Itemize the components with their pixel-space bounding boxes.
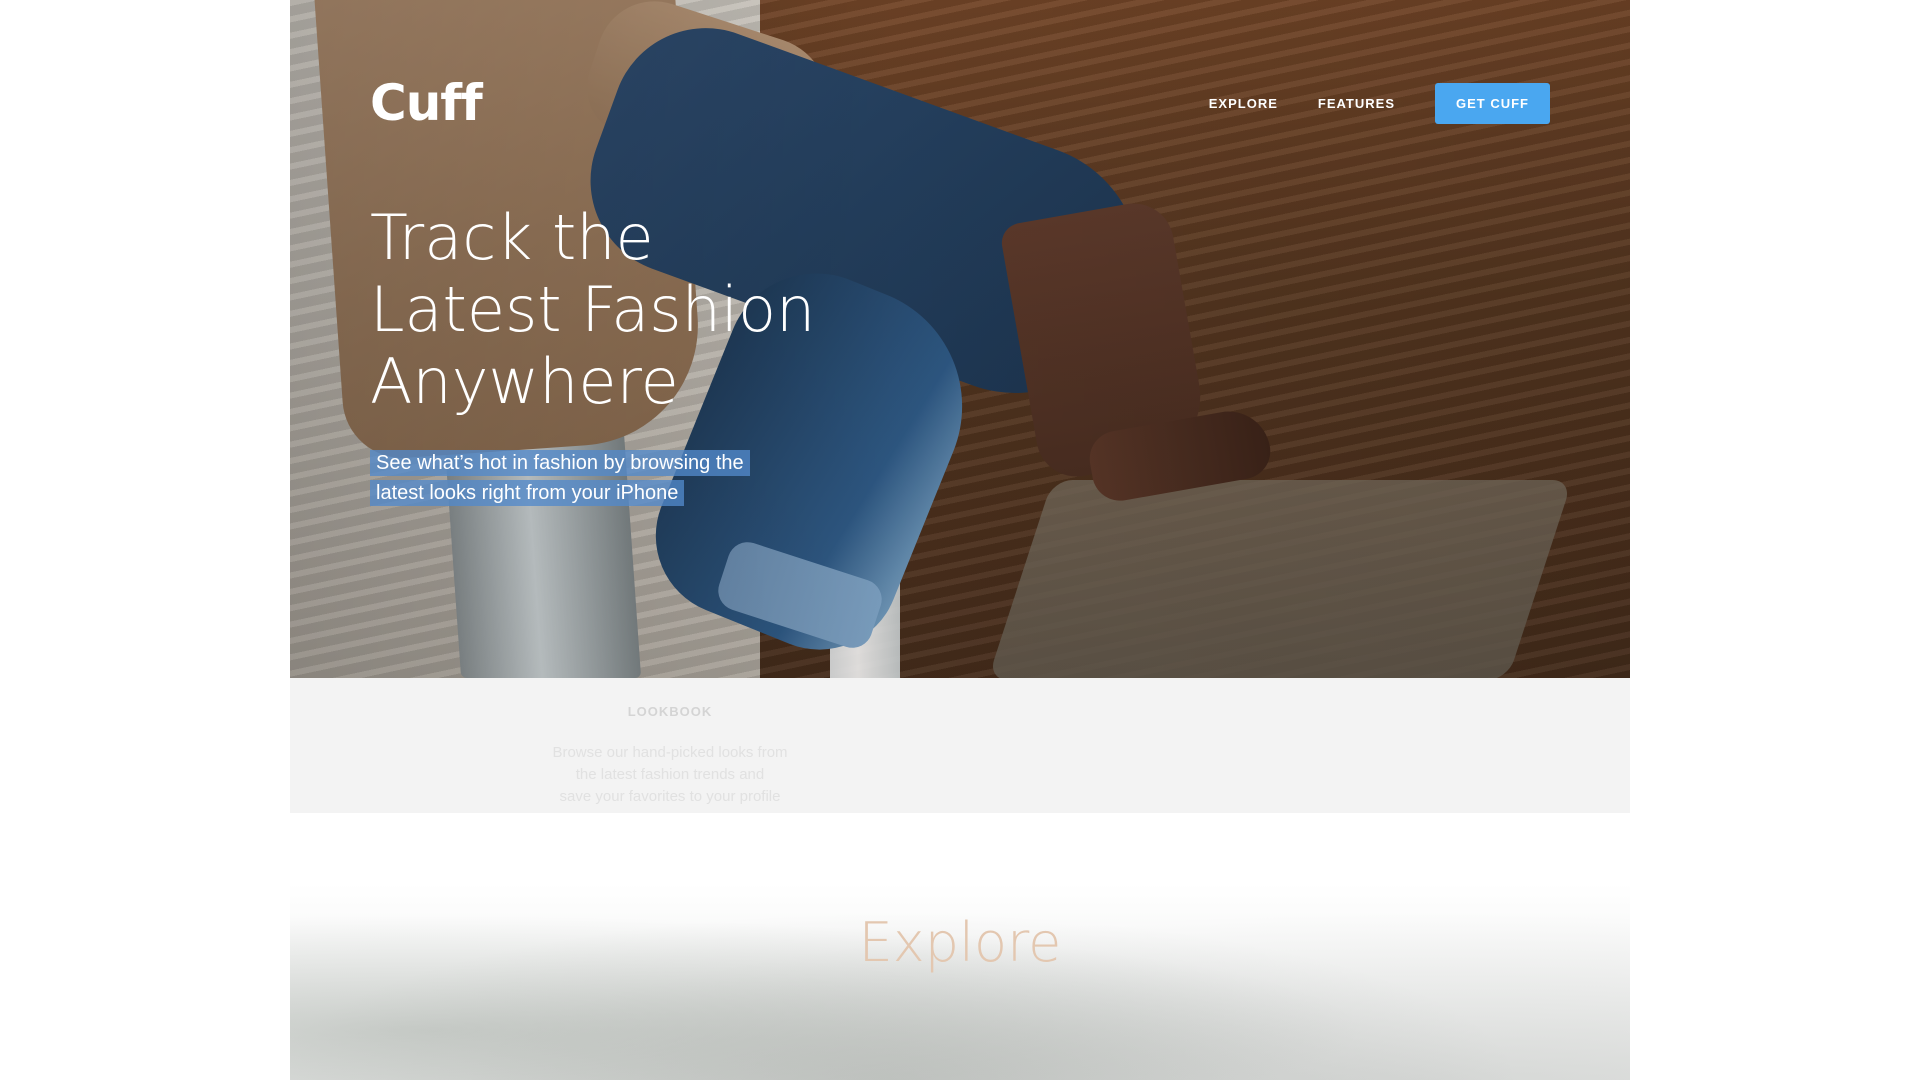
page: Cuff EXPLORE FEATURES GET CUFF Track the…	[290, 0, 1630, 1080]
lookbook-description: Browse our hand-picked looks from the la…	[515, 742, 825, 808]
hero-title: Track the Latest Fashion Anywhere	[370, 202, 890, 418]
hero-title-line-1: Track the	[370, 201, 654, 274]
top-nav: EXPLORE FEATURES GET CUFF	[1209, 83, 1550, 124]
nav-explore-link[interactable]: EXPLORE	[1209, 96, 1278, 111]
nav-features-link[interactable]: FEATURES	[1318, 96, 1395, 111]
lookbook-label: LOOKBOOK	[627, 704, 713, 719]
hero-subtitle: See what’s hot in fashion by browsing th…	[370, 448, 830, 508]
hero-section: Cuff EXPLORE FEATURES GET CUFF Track the…	[290, 0, 1630, 678]
lookbook-description-line-3: save your favorites to your profile	[559, 788, 781, 805]
hero-title-line-3: Anywhere	[370, 345, 679, 418]
lookbook-description-line-1: Browse our hand-picked looks from	[552, 744, 788, 761]
hero-subtitle-line-2: latest looks right from your iPhone	[370, 480, 685, 506]
explore-title: Explore	[858, 911, 1062, 974]
get-cuff-button[interactable]: GET CUFF	[1435, 83, 1550, 124]
brand-logo[interactable]: Cuff	[370, 74, 483, 132]
lookbook-strip: LOOKBOOK Browse our hand-picked looks fr…	[290, 678, 1630, 813]
explore-section: Explore	[290, 813, 1630, 1080]
lookbook-description-line-2: the latest fashion trends and	[575, 766, 765, 783]
hero-title-line-2: Latest Fashion	[370, 273, 816, 346]
hero-subtitle-line-1: See what’s hot in fashion by browsing th…	[370, 450, 750, 476]
